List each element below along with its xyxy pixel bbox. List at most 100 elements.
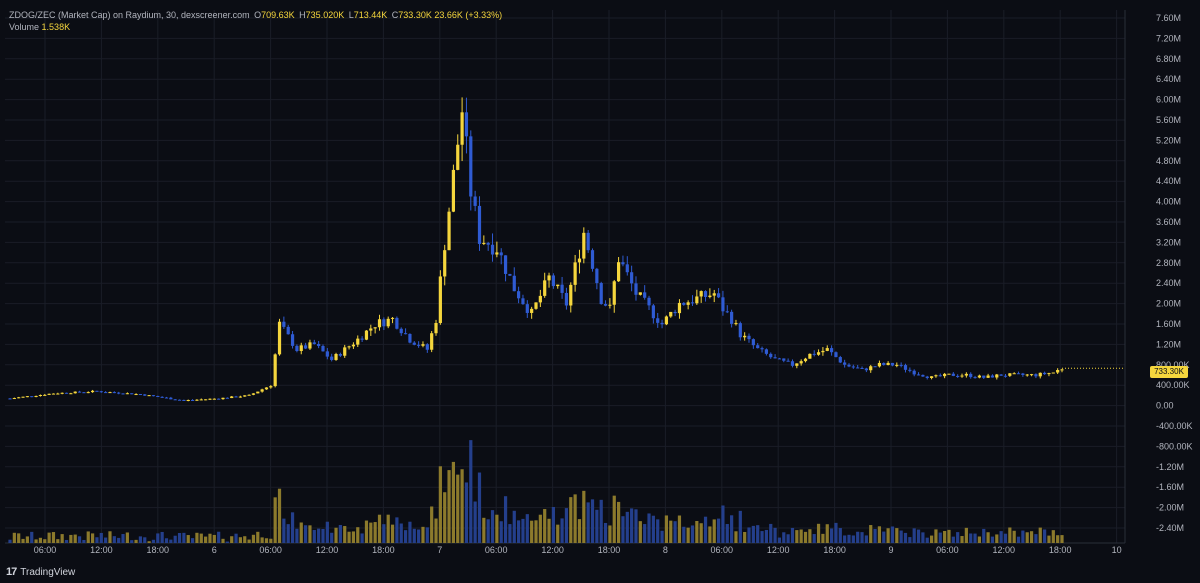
volume-bar xyxy=(356,527,360,543)
volume-bar xyxy=(273,497,277,543)
volume-bar xyxy=(169,539,173,543)
volume-bar xyxy=(369,522,373,543)
candle-body xyxy=(1034,374,1038,377)
candle-body xyxy=(51,393,56,395)
candle-body xyxy=(882,362,886,366)
candle-body xyxy=(108,392,112,394)
candle-body xyxy=(708,295,712,298)
candle-body xyxy=(799,361,803,364)
candle-body xyxy=(1043,372,1047,375)
candle-body xyxy=(929,376,934,378)
candle-body xyxy=(47,393,51,395)
candle-body xyxy=(1016,373,1021,375)
candle-body xyxy=(34,395,38,397)
volume-bar xyxy=(508,524,512,543)
volume-bar xyxy=(443,492,447,543)
volume-bar xyxy=(1038,527,1042,543)
volume-bar xyxy=(160,531,164,543)
volume-bar xyxy=(964,527,968,543)
volume-bar xyxy=(573,494,577,543)
volume-bar xyxy=(64,539,69,543)
candle-body xyxy=(743,335,747,338)
volume-bar xyxy=(338,524,342,543)
candle-body xyxy=(547,275,551,281)
volume-bar xyxy=(412,528,416,543)
volume-bar xyxy=(903,532,908,543)
volume-bar xyxy=(1047,535,1051,543)
volume-bar xyxy=(534,520,538,543)
volume-bar xyxy=(151,539,156,543)
volume-bar xyxy=(590,499,595,543)
volume-bar xyxy=(547,518,551,543)
volume-bar xyxy=(773,527,777,543)
candle-body xyxy=(177,399,182,401)
candle-body xyxy=(17,397,21,399)
volume-bar xyxy=(730,515,734,543)
candle-body xyxy=(712,293,716,296)
volume-bar xyxy=(390,524,395,543)
volume-bar xyxy=(447,470,451,543)
candle-body xyxy=(1038,372,1042,377)
volume-bar xyxy=(156,533,160,543)
volume-bar xyxy=(847,534,851,543)
candlestick-chart[interactable]: 7.60M 7.20M 6.80M 6.40M 6.00M 5.60M 5.20M 4.80M… xyxy=(0,0,1200,583)
volume-bar xyxy=(130,540,134,543)
candle-body xyxy=(460,112,464,145)
volume-bar xyxy=(1034,534,1038,543)
y-tick-label: -2.40M xyxy=(1156,523,1184,533)
change-value: 23.66K (+3.33%) xyxy=(434,10,503,20)
volume-bar xyxy=(308,525,312,543)
candle-body xyxy=(1012,373,1016,375)
volume-bar xyxy=(430,506,434,543)
candle-body xyxy=(217,398,221,400)
volume-bar xyxy=(190,538,195,543)
candle-body xyxy=(747,335,751,340)
candle-body xyxy=(356,338,360,345)
candle-body xyxy=(695,296,699,304)
volume-bar xyxy=(747,527,751,543)
candle-body xyxy=(421,344,425,346)
volume-bar xyxy=(786,534,790,543)
volume-bar xyxy=(690,525,695,543)
volume-bar xyxy=(399,523,403,543)
volume-bar xyxy=(482,517,486,543)
volume-bar xyxy=(660,530,664,543)
volume-bar xyxy=(912,528,916,543)
volume-bar xyxy=(877,526,882,543)
candle-body xyxy=(825,348,829,351)
x-tick-label: 7 xyxy=(437,545,442,555)
y-tick-label: 4.40M xyxy=(1156,176,1181,186)
x-tick-label: 8 xyxy=(663,545,668,555)
candle-body xyxy=(247,394,251,396)
volume-bar xyxy=(451,461,456,543)
volume-bar xyxy=(686,527,690,543)
open-value: 709.63K xyxy=(261,10,295,20)
candle-body xyxy=(903,365,908,370)
volume-bar xyxy=(56,539,60,543)
tradingview-brand[interactable]: 17 TradingView xyxy=(6,566,75,578)
volume-bar xyxy=(790,527,795,543)
candle-body xyxy=(264,387,269,390)
candle-body xyxy=(390,317,395,319)
candle-body xyxy=(403,333,408,335)
volume-bar xyxy=(30,531,34,543)
volume-bar xyxy=(916,529,921,543)
candle-body xyxy=(682,302,686,305)
volume-bar xyxy=(738,510,742,543)
candle-body xyxy=(999,374,1003,376)
volume-bar xyxy=(408,521,412,543)
chart-area[interactable]: 7.60M 7.20M 6.80M 6.40M 6.00M 5.60M 5.20M 4.80M… xyxy=(0,0,1200,583)
candle-body xyxy=(830,348,834,353)
candle-body xyxy=(277,321,282,355)
candle-body xyxy=(734,323,738,325)
volume-bar xyxy=(543,509,547,543)
volume-bar xyxy=(164,538,169,543)
candle-body xyxy=(503,255,508,274)
volume-bar xyxy=(295,528,299,543)
volume-bar xyxy=(929,535,934,543)
candle-body xyxy=(412,342,416,345)
candle-body xyxy=(317,343,321,346)
volume-bar xyxy=(230,536,234,543)
candle-body xyxy=(764,349,768,354)
volume-bar xyxy=(682,526,686,543)
